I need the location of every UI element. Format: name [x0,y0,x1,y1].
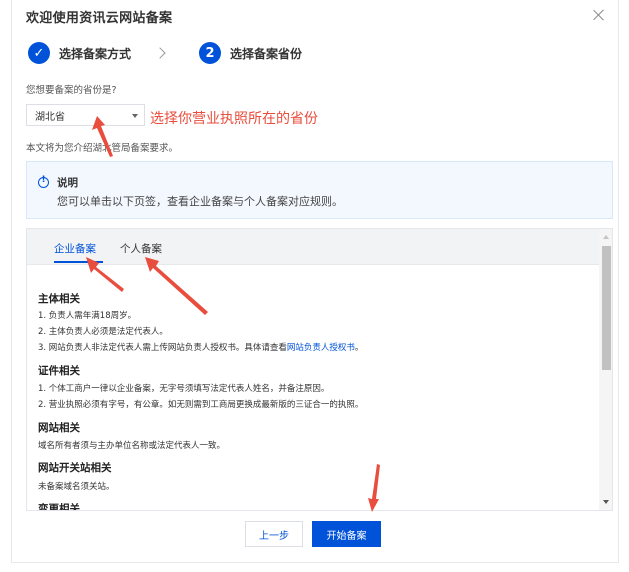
list-item-text: 3. 网站负责人非法定代表人需上传网站负责人授权书。具体请查看 [38,343,287,353]
authorization-link[interactable]: 网站负责人授权书 [287,343,355,353]
active-tab-indicator [54,261,103,263]
step-1-check-icon: ✓ [28,42,50,64]
tab-personal[interactable]: 个人备案 [120,241,162,256]
start-filing-button[interactable]: 开始备案 [312,521,381,547]
scrollbar-thumb[interactable] [602,246,611,370]
list-item: 2. 主体负责人必须是法定代表人。 [38,327,168,337]
section-title: 变更相关 [38,503,80,511]
list-item: 3. 网站负责人非法定代表人需上传网站负责人授权书。具体请查看网站负责人授权书。 [38,341,363,353]
stepper: ✓ 选择备案方式 2 选择备案省份 [28,41,302,65]
close-icon[interactable] [592,8,606,22]
prev-button[interactable]: 上一步 [245,521,303,547]
step-2-label: 选择备案省份 [230,46,303,61]
rules-panel: 企业备案 个人备案 主体相关 1. 负责人需年满18周岁。 2. 主体负责人必须… [26,228,613,511]
section-title: 网站开关站相关 [38,462,112,474]
scrollbar[interactable] [599,229,612,510]
province-select-value: 湖北省 [35,112,65,123]
section-title: 主体相关 [38,293,80,305]
step-2-number: 2 [199,42,222,64]
notice-text: 您可以单击以下页签，查看企业备案与个人备案对应规则。 [57,195,343,208]
step-1-label[interactable]: 选择备案方式 [59,45,131,62]
list-item: 未备案域名须关站。 [38,482,115,492]
list-item: 1. 负责人需年满18周岁。 [38,311,137,321]
province-select[interactable]: 湖北省 [26,104,145,126]
province-question: 您想要备案的省份是? [26,85,117,96]
tab-enterprise[interactable]: 企业备案 [54,241,96,256]
filing-dialog: 欢迎使用资讯云网站备案 ✓ 选择备案方式 2 选择备案省份 您想要备案的省份是?… [11,0,619,563]
scroll-up-icon[interactable] [603,235,609,239]
province-description: 本文将为您介绍湖北管局备案要求。 [26,143,179,154]
list-item-suffix: 。 [354,343,364,353]
scroll-down-icon[interactable] [603,500,609,504]
notice-box: 说明 您可以单击以下页签，查看企业备案与个人备案对应规则。 [26,161,613,219]
caret-down-icon [132,114,138,118]
list-item: 2. 营业执照必须有字号，有公章。如无则需到工商局更换成最新版的三证合一的执照。 [38,400,364,410]
list-item: 1. 个体工商户一律以企业备案，无字号须填写法定代表人姓名，并备注原因。 [38,384,330,394]
dialog-title: 欢迎使用资讯云网站备案 [26,11,173,26]
province-annotation: 选择你营业执照所在的省份 [150,111,318,127]
info-icon [38,175,49,188]
section-title: 网站相关 [38,422,80,434]
section-title: 证件相关 [38,365,80,377]
list-item: 域名所有者须与主办单位名称或法定代表人一致。 [38,441,226,451]
notice-title: 说明 [57,177,78,189]
chevron-right-icon [155,47,167,59]
tabs-bar: 企业备案 个人备案 [27,229,599,265]
